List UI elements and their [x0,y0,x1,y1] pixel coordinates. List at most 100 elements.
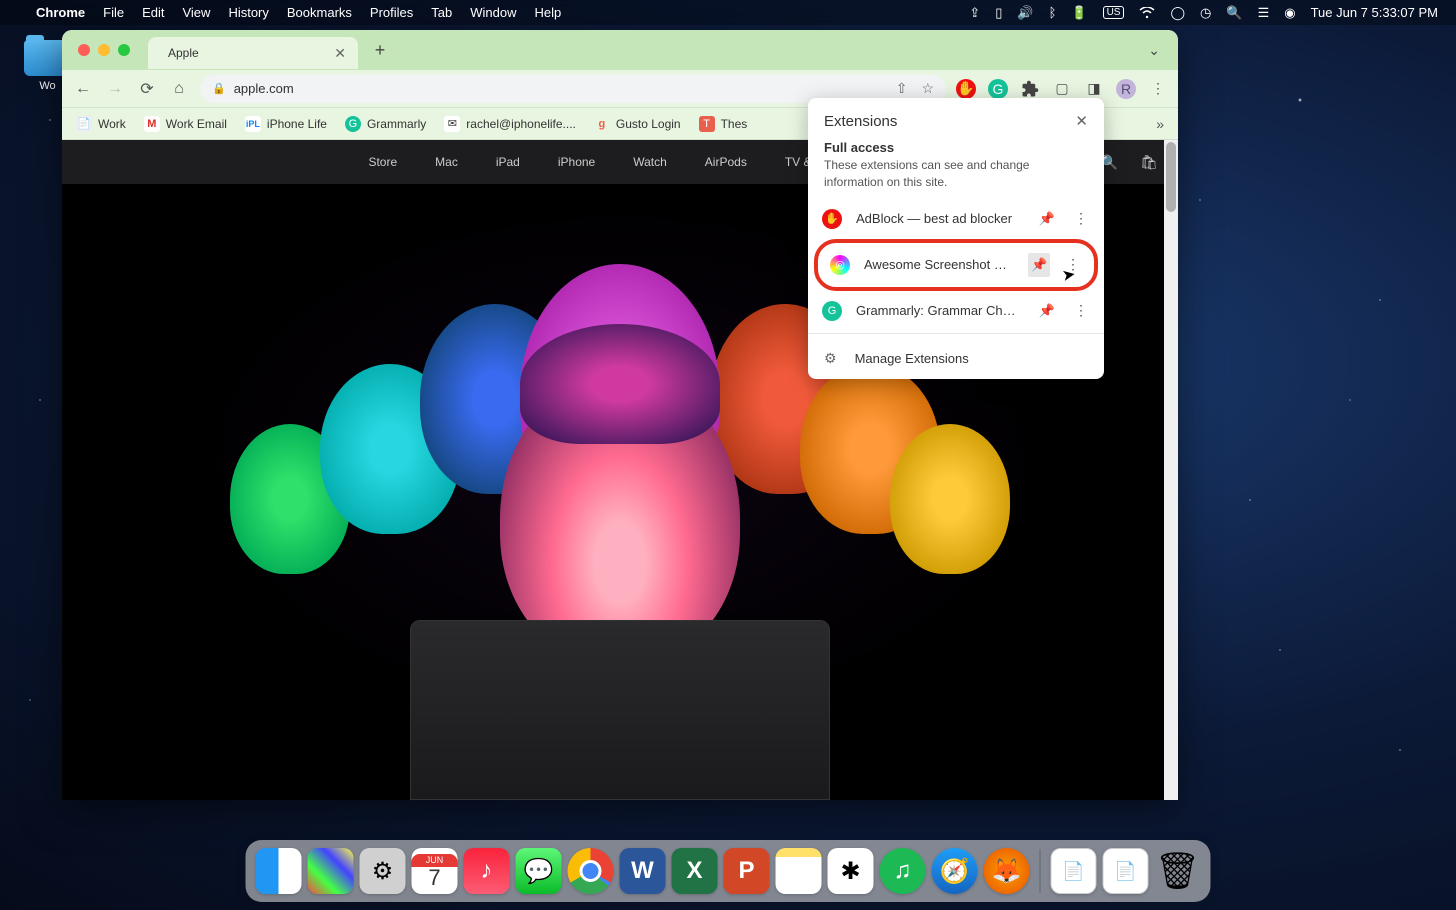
awesome-screenshot-icon: ◎ [830,255,850,275]
extension-grammarly-icon[interactable]: G [988,79,1008,99]
nav-store[interactable]: Store [368,155,397,169]
popup-close-button[interactable]: ✕ [1075,112,1088,130]
dock-calendar[interactable]: JUN 7 [412,848,458,894]
scrollbar-thumb[interactable] [1166,142,1176,212]
extensions-menu-button[interactable] [1020,79,1040,99]
pin-button[interactable]: 📌 [1036,211,1058,227]
bookmark-thes[interactable]: TThes [699,116,748,132]
cast-icon[interactable]: ▢ [1052,79,1072,99]
siri-icon[interactable]: ◉ [1284,5,1295,21]
dock-trash[interactable]: 🗑 [1155,848,1201,894]
extension-row-awesome-screenshot[interactable]: ◎ Awesome Screenshot and Sc... 📌 ⋮ [814,239,1098,291]
dock-powerpoint[interactable]: P [724,848,770,894]
pin-button[interactable]: 📌 [1036,303,1058,319]
menu-window[interactable]: Window [470,5,516,20]
extensions-popup: Extensions ✕ Full access These extension… [808,98,1104,379]
manage-extensions-row[interactable]: ⚙ Manage Extensions [808,338,1104,379]
menubar-app-name[interactable]: Chrome [36,5,85,20]
menubar-datetime[interactable]: Tue Jun 7 5:33:07 PM [1311,5,1438,20]
dock-chrome[interactable] [568,848,614,894]
menu-bookmarks[interactable]: Bookmarks [287,5,352,20]
nav-watch[interactable]: Watch [633,155,667,169]
extension-icons: ✋ G ▢ ◨ R ⋮ [956,79,1168,99]
control-center-icon[interactable]: ☰ [1258,5,1270,21]
dock-music[interactable]: ♪ [464,848,510,894]
nav-airpods[interactable]: AirPods [705,155,747,169]
dock-excel[interactable]: X [672,848,718,894]
extension-menu-button[interactable]: ⋮ [1072,302,1090,319]
menu-history[interactable]: History [228,5,268,20]
window-close-button[interactable] [78,44,90,56]
profile-avatar[interactable]: R [1116,79,1136,99]
apple-bag-icon[interactable]: 🛍 [1140,154,1158,171]
site-lock-icon[interactable]: 🔒 [212,82,226,95]
dock-finder[interactable] [256,848,302,894]
divider [808,333,1104,334]
user-icon[interactable]: ◯ [1170,5,1185,21]
nav-ipad[interactable]: iPad [496,155,520,169]
bookmark-work-email[interactable]: MWork Email [144,116,227,132]
menu-tab[interactable]: Tab [431,5,452,20]
bluetooth-icon[interactable]: ᛒ [1049,5,1057,20]
dock-file-2[interactable]: 📄 [1103,848,1149,894]
nav-iphone[interactable]: iPhone [558,155,595,169]
dock-system-preferences[interactable]: ⚙ [360,848,406,894]
popup-section-description: These extensions can see and change info… [808,157,1104,201]
macbook-graphic [410,620,830,800]
bookmark-work[interactable]: 📄Work [76,116,126,132]
bookmark-rachel-email[interactable]: ✉rachel@iphonelife.... [444,116,576,132]
keyboard-layout-icon[interactable]: US [1103,6,1125,19]
dock-messages[interactable]: 💬 [516,848,562,894]
menu-view[interactable]: View [182,5,210,20]
volume-icon[interactable]: 🔊 [1017,5,1033,21]
dock-slack[interactable]: ✱ [828,848,874,894]
dock-word[interactable]: W [620,848,666,894]
back-button[interactable]: ← [72,80,94,98]
bookmark-iphone-life[interactable]: iPLiPhone Life [245,116,327,132]
popup-title: Extensions [824,113,897,130]
tab-close-button[interactable]: ✕ [334,45,346,62]
extension-menu-button[interactable]: ⋮ [1072,210,1090,227]
bookmarks-overflow-button[interactable]: » [1156,116,1164,132]
scrollbar-track[interactable] [1164,140,1178,800]
browser-tab[interactable]: Apple ✕ [148,37,358,69]
sidepanel-icon[interactable]: ◨ [1084,79,1104,99]
dock-file-1[interactable]: 📄 [1051,848,1097,894]
nav-mac[interactable]: Mac [435,155,458,169]
chrome-menu-button[interactable]: ⋮ [1148,79,1168,99]
bookmark-star-icon[interactable]: ☆ [921,80,934,97]
reload-button[interactable]: ⟳ [136,79,158,99]
menu-help[interactable]: Help [535,5,562,20]
window-maximize-button[interactable] [118,44,130,56]
battery-icon[interactable]: 🔋 [1071,5,1087,21]
dropbox-icon[interactable]: ⇪ [969,5,980,21]
pin-button[interactable]: 📌 [1028,253,1050,277]
extension-row-adblock[interactable]: ✋ AdBlock — best ad blocker 📌 ⋮ [808,201,1104,237]
new-tab-button[interactable]: + [366,40,394,61]
popup-section-title: Full access [808,140,1104,157]
gear-icon: ⚙ [824,350,837,367]
share-icon[interactable]: ⇧ [896,80,908,97]
extension-adblock-icon[interactable]: ✋ [956,79,976,99]
spotlight-icon[interactable]: 🔍 [1226,5,1242,21]
menu-profiles[interactable]: Profiles [370,5,413,20]
home-button[interactable]: ⌂ [168,80,190,98]
clock-icon[interactable]: ◷ [1200,5,1211,21]
window-minimize-button[interactable] [98,44,110,56]
bookmark-grammarly[interactable]: GGrammarly [345,116,426,132]
dock-firefox[interactable]: 🦊 [984,848,1030,894]
url-text: apple.com [234,81,294,96]
tabs-dropdown-button[interactable]: ⌄ [1138,42,1170,59]
dock-spotify[interactable]: ♫ [880,848,926,894]
device-icon[interactable]: ▯ [995,5,1002,21]
menu-file[interactable]: File [103,5,124,20]
forward-button[interactable]: → [104,80,126,98]
dock-launchpad[interactable] [308,848,354,894]
wifi-icon[interactable] [1139,7,1155,19]
dock-notes[interactable] [776,848,822,894]
extension-row-grammarly[interactable]: G Grammarly: Grammar Check... 📌 ⋮ [808,293,1104,329]
menu-edit[interactable]: Edit [142,5,164,20]
grammarly-icon: G [822,301,842,321]
bookmark-gusto[interactable]: gGusto Login [594,116,681,132]
dock-safari[interactable]: 🧭 [932,848,978,894]
